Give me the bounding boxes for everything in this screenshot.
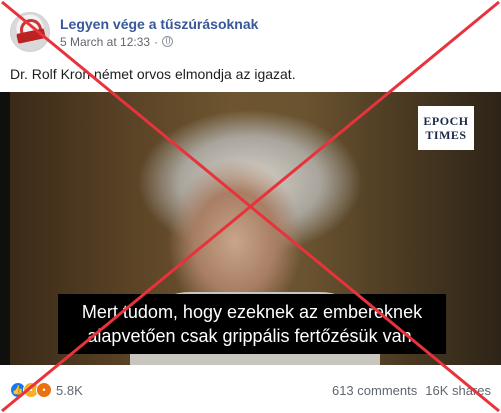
page-avatar[interactable] (10, 12, 50, 52)
logo-line2: TIMES (425, 128, 467, 142)
subtitle-line2: alapvetően csak grippális fertőzésük van… (87, 326, 417, 346)
time-row: 5 March at 12:33 · (60, 35, 258, 49)
subtitle-line1: Mert tudom, hogy ezeknek az embereknek (81, 302, 423, 322)
facebook-post: Legyen vége a tűszúrásoknak 5 March at 1… (0, 0, 501, 413)
post-meta: Legyen vége a tűszúrásoknak 5 March at 1… (60, 16, 258, 49)
page-name-link[interactable]: Legyen vége a tűszúrásoknak (60, 16, 258, 32)
globe-icon[interactable] (162, 36, 174, 47)
comments-count-link[interactable]: 613 comments (332, 383, 417, 398)
epoch-times-logo: EPOCH TIMES (418, 106, 474, 150)
post-footer: 👍 • • 5.8K 613 comments 16K shares (0, 376, 501, 404)
reactions-summary[interactable]: 👍 • • 5.8K (10, 382, 83, 398)
post-header: Legyen vége a tűszúrásoknak 5 March at 1… (10, 10, 258, 54)
engagement-stats: 613 comments 16K shares (332, 383, 491, 398)
video-player[interactable]: EPOCH TIMES Mert tudom, hogy ezeknek az … (0, 92, 501, 365)
meta-separator: · (154, 34, 159, 49)
logo-line1: EPOCH (423, 114, 469, 128)
reaction-count: 5.8K (56, 382, 83, 398)
shares-count-link[interactable]: 16K shares (425, 383, 491, 398)
angry-icon: • (36, 382, 52, 398)
post-text: Dr. Rolf Kron német orvos elmondja az ig… (10, 66, 296, 82)
post-timestamp[interactable]: 5 March at 12:33 (60, 35, 150, 49)
